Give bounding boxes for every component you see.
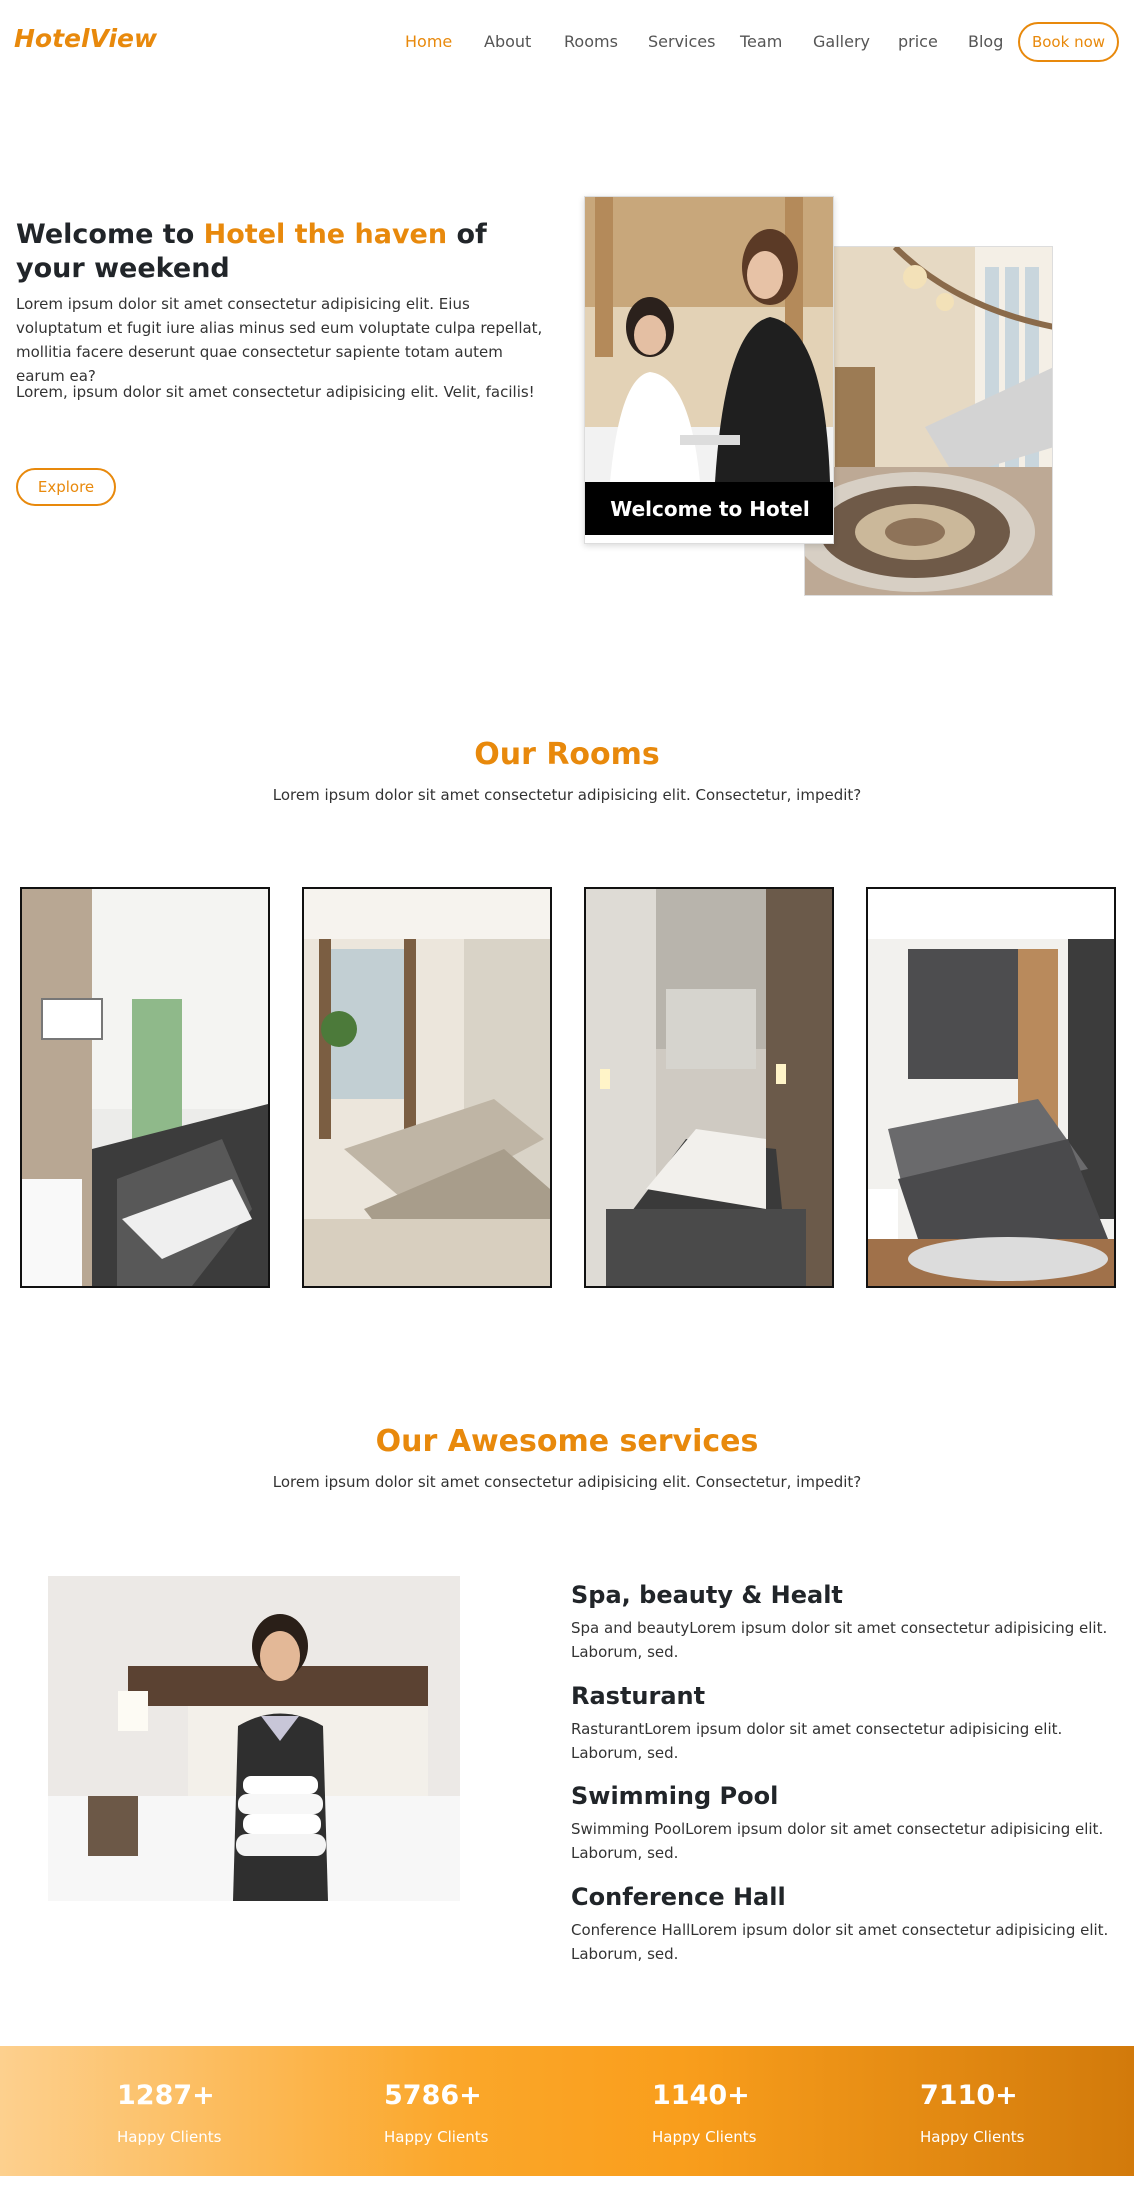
service-item: Rasturant RasturantLorem ipsum dolor sit… (571, 1681, 1111, 1765)
nav-link-about[interactable]: About (484, 32, 531, 51)
stat-value: 5786+ (384, 2080, 482, 2111)
hero-image-caption: Welcome to Hotel (585, 482, 833, 535)
hero-reception-image (585, 197, 833, 482)
nav-link-team[interactable]: Team (740, 32, 782, 51)
room-card[interactable] (20, 887, 270, 1288)
room-card[interactable] (584, 887, 834, 1288)
services-title: Our Awesome services (375, 1424, 759, 1459)
nav-link-blog[interactable]: Blog (968, 32, 1003, 51)
stat-value: 7110+ (920, 2080, 1018, 2111)
hero-paragraph-2: Lorem, ipsum dolor sit amet consectetur … (16, 383, 535, 401)
service-item: Swimming Pool Swimming PoolLorem ipsum d… (571, 1781, 1111, 1865)
nav-link-rooms[interactable]: Rooms (564, 32, 618, 51)
hero-lobby-image (804, 246, 1053, 596)
housekeeping-image (48, 1576, 460, 1901)
stat-value: 1140+ (652, 2080, 750, 2111)
nav-link-home[interactable]: Home (405, 32, 452, 51)
service-description: Swimming PoolLorem ipsum dolor sit amet … (571, 1820, 1104, 1862)
room-card[interactable] (302, 887, 552, 1288)
stat-label: Happy Clients (117, 2128, 222, 2146)
room-card[interactable] (866, 887, 1116, 1288)
stats-banner: 1287+ Happy Clients 5786+ Happy Clients … (0, 2046, 1134, 2176)
service-title: Swimming Pool (571, 1782, 779, 1810)
hero-title: Welcome to Hotel the haven of your weeke… (16, 218, 556, 286)
stat-label: Happy Clients (652, 2128, 757, 2146)
nav-link-services[interactable]: Services (648, 32, 715, 51)
service-item: Conference Hall Conference HallLorem ips… (571, 1882, 1111, 1966)
rooms-subtitle: Lorem ipsum dolor sit amet consectetur a… (272, 786, 862, 804)
services-subtitle: Lorem ipsum dolor sit amet consectetur a… (272, 1473, 862, 1491)
service-item: Spa, beauty & Healt Spa and beautyLorem … (571, 1580, 1111, 1664)
nav-link-price[interactable]: price (898, 32, 938, 51)
rooms-title: Our Rooms (474, 737, 660, 772)
service-description: Spa and beautyLorem ipsum dolor sit amet… (571, 1619, 1108, 1661)
hero-reception-card: Welcome to Hotel (584, 196, 834, 544)
stat-label: Happy Clients (920, 2128, 1025, 2146)
hero-paragraph-1: Lorem ipsum dolor sit amet consectetur a… (16, 295, 543, 385)
explore-button[interactable]: Explore (16, 468, 116, 506)
service-description: RasturantLorem ipsum dolor sit amet cons… (571, 1720, 1063, 1762)
hero-title-highlight: Hotel the haven (203, 219, 448, 250)
hero-title-prefix: Welcome to (16, 219, 204, 250)
brand-logo[interactable]: HotelView (14, 24, 157, 53)
service-title: Rasturant (571, 1682, 706, 1710)
stat-value: 1287+ (117, 2080, 215, 2111)
service-description: Conference HallLorem ipsum dolor sit ame… (571, 1921, 1109, 1963)
book-now-button[interactable]: Book now (1018, 22, 1119, 62)
nav-link-gallery[interactable]: Gallery (813, 32, 870, 51)
navbar: HotelView Home About Rooms Services Team… (0, 0, 1134, 86)
service-title: Spa, beauty & Healt (571, 1581, 843, 1609)
service-title: Conference Hall (571, 1883, 786, 1911)
stat-label: Happy Clients (384, 2128, 489, 2146)
